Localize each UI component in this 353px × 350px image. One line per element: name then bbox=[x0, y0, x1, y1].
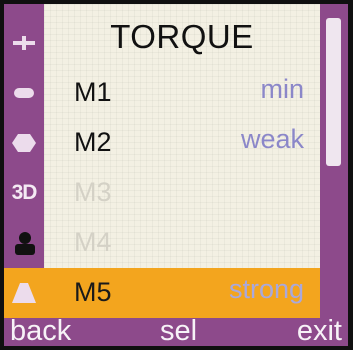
person-icon bbox=[15, 232, 35, 255]
scrollbar[interactable] bbox=[320, 4, 348, 318]
bar-icon bbox=[14, 88, 34, 98]
exit-button[interactable]: exit bbox=[297, 315, 342, 346]
menu-item-level: weak bbox=[240, 124, 304, 154]
page-title: TORQUE bbox=[110, 18, 254, 55]
trapezoid-icon bbox=[12, 283, 36, 303]
softkey-bar: back sel exit bbox=[4, 315, 348, 346]
select-button[interactable]: sel bbox=[160, 315, 197, 346]
sidebar-tab-person[interactable] bbox=[4, 218, 44, 268]
menu-item-code: M5 bbox=[74, 277, 112, 307]
menu-item-m5[interactable]: M5 strong bbox=[44, 268, 320, 318]
drill-icon bbox=[13, 36, 35, 50]
menu-item-level: min bbox=[260, 74, 304, 104]
menu-item-m3: M3 bbox=[44, 168, 320, 218]
menu-item-code: M2 bbox=[74, 127, 112, 157]
menu-item-level: strong bbox=[228, 274, 304, 304]
sidebar-tab-hexagon[interactable] bbox=[4, 118, 44, 168]
menu-item-m4: M4 bbox=[44, 218, 320, 268]
sidebar-tab-3d[interactable]: 3D bbox=[4, 168, 44, 218]
sidebar-tab-trapezoid[interactable] bbox=[4, 268, 44, 318]
sidebar: 3D bbox=[4, 4, 44, 318]
sidebar-tab-bar[interactable] bbox=[4, 68, 44, 118]
menu-item-m2[interactable]: M2 weak bbox=[44, 118, 320, 168]
menu-item-code: M3 bbox=[74, 177, 112, 207]
sidebar-3d-label: 3D bbox=[11, 181, 38, 204]
sidebar-tab-drill[interactable] bbox=[4, 18, 44, 68]
device-screen: 3D TORQUE M1 min M2 weak M3 M4 M5 strong… bbox=[4, 4, 348, 346]
back-button[interactable]: back bbox=[10, 315, 71, 346]
menu-item-m1[interactable]: M1 min bbox=[44, 68, 320, 118]
hexagon-icon bbox=[12, 134, 36, 152]
menu-panel: TORQUE M1 min M2 weak M3 M4 M5 strong bbox=[44, 4, 320, 318]
scrollbar-thumb[interactable] bbox=[326, 18, 341, 166]
menu-item-code: M4 bbox=[74, 227, 112, 257]
menu-item-code: M1 bbox=[74, 77, 112, 107]
